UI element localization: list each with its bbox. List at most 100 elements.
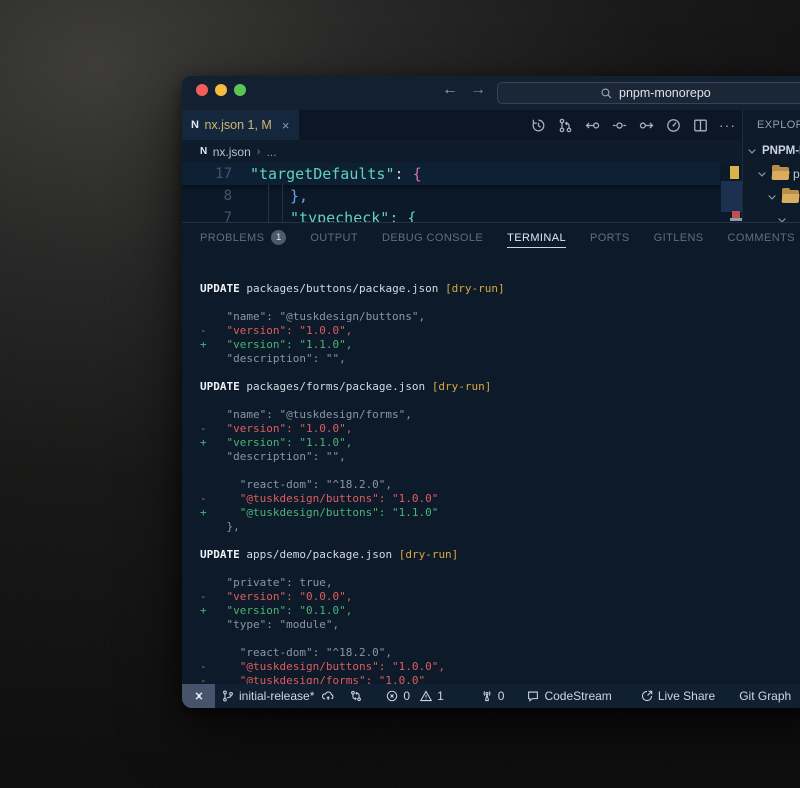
terminal-line: - "version": "1.0.0", [200,324,800,338]
minimize-window-button[interactable] [215,84,227,96]
editor-line: 7 "typecheck": { [182,207,742,222]
codestream-status[interactable]: CodeStream [526,689,611,703]
publish-cloud-icon [321,689,335,703]
terminal-line: - "@tuskdesign/buttons": "1.0.0", [200,660,800,674]
explorer-title: EXPLOR [743,110,800,140]
git-compare-icon [349,689,363,703]
folder-icon [782,190,799,203]
editor-actions: ··· [530,110,736,140]
explorer-sidebar: EXPLOR PNPM-M p [742,110,800,222]
editor-line: 17 "targetDefaults": { [182,163,742,185]
close-window-button[interactable] [196,84,208,96]
breadcrumb-more[interactable]: ... [266,145,276,159]
minimap[interactable] [720,163,742,222]
folder-icon [772,167,789,180]
tab-nx-json[interactable]: N nx.json 1, M × [182,110,299,140]
remote-indicator[interactable] [182,684,215,708]
broadcast-count: 0 [498,689,505,703]
next-change-icon[interactable] [638,117,655,134]
problems-status[interactable]: 0 1 [385,689,443,703]
branch-status[interactable]: initial-release* [221,689,335,703]
panel-tab-bar: PROBLEMS1 OUTPUT DEBUG CONSOLE TERMINAL PORT… [182,222,800,252]
git-pull-request-icon[interactable] [557,117,574,134]
chevron-down-icon [766,191,778,203]
terminal-line: UPDATE packages/forms/package.json [dry-… [200,380,800,394]
breadcrumb-file[interactable]: nx.json [213,145,251,159]
broadcast-status[interactable]: 0 [480,689,505,703]
terminal-line: UPDATE packages/buttons/package.json [dr… [200,282,800,296]
problems-count-badge: 1 [271,230,286,245]
terminal-line [200,464,800,478]
minimap-change-yellow [730,166,739,179]
terminal-line: "description": "", [200,352,800,366]
timeline-history-icon[interactable] [530,117,547,134]
split-editor-icon[interactable] [692,117,709,134]
root-folder-label: PNPM-M [762,145,800,157]
breadcrumb: N nx.json › ... [182,140,742,163]
traffic-lights [196,84,246,96]
indent-guide [268,185,269,222]
zoom-window-button[interactable] [234,84,246,96]
status-bar: initial-release* 0 1 0 CodeStream Live S… [182,684,800,708]
command-center-search[interactable] [497,82,800,104]
liveshare-status[interactable]: Live Share [640,689,715,703]
tab-label: nx.json 1, M [204,118,271,132]
panel-tab-terminal[interactable]: TERMINAL [507,223,566,252]
explorer-folder-row[interactable] [743,185,800,208]
terminal-line [200,632,800,646]
minimap-change-red [732,211,740,218]
line-code: "targetDefaults": { [250,165,422,183]
liveshare-label: Live Share [658,689,715,703]
code-editor[interactable]: 17 "targetDefaults": { 8}, 7 "typecheck": { [182,163,742,222]
panel-tab-output[interactable]: OUTPUT [310,223,358,252]
title-bar: ← → [182,76,800,110]
terminal-line: + "version": "1.1.0", [200,338,800,352]
terminal-line: - "version": "1.0.0", [200,422,800,436]
chevron-down-icon [746,145,758,157]
line-code: }, [290,187,308,205]
terminal-line: + "version": "0.1.0", [200,604,800,618]
terminal-line [200,394,800,408]
editor-line: 8}, [182,185,742,207]
panel-tab-problems[interactable]: PROBLEMS1 [200,223,286,252]
line-number: 8 [182,188,232,204]
navigate-forward-icon[interactable]: → [470,81,486,99]
explorer-folder-row[interactable] [743,208,800,222]
folder-label: p [793,167,800,181]
terminal-line [200,366,800,380]
navigate-back-icon[interactable]: ← [442,81,458,99]
gitlens-compare-status[interactable] [349,689,363,703]
search-input[interactable] [619,86,729,100]
close-tab-icon[interactable]: × [282,118,290,133]
pending-changes-icon[interactable] [665,117,682,134]
git-graph-status[interactable]: Git Graph [739,689,791,703]
explorer-root-folder[interactable]: PNPM-M [743,140,800,162]
minimap-viewport[interactable] [721,181,742,212]
previous-change-icon[interactable] [584,117,601,134]
line-number: 7 [182,210,232,222]
terminal-line: "react-dom": "^18.2.0", [200,646,800,660]
terminal-line [200,562,800,576]
git-branch-icon [221,689,235,703]
vscode-window: ← → N nx.json 1, M × ··· N nx.json › [182,76,800,708]
panel-tab-comments[interactable]: COMMENTS [728,223,795,252]
warning-icon [419,689,433,703]
codestream-label: CodeStream [544,689,611,703]
terminal-line: - "version": "0.0.0", [200,590,800,604]
change-marker-icon[interactable] [611,117,628,134]
panel-tab-debug-console[interactable]: DEBUG CONSOLE [382,223,483,252]
terminal-line: UPDATE apps/demo/package.json [dry-run] [200,548,800,562]
search-icon [600,87,613,100]
explorer-folder-row[interactable]: p [743,162,800,185]
terminal-line: "description": "", [200,450,800,464]
terminal-panel[interactable]: UPDATE packages/buttons/package.json [dr… [182,252,800,684]
panel-tab-ports[interactable]: PORTS [590,223,630,252]
line-code: "typecheck": { [290,209,416,222]
git-graph-label: Git Graph [739,689,791,703]
panel-tab-gitlens[interactable]: GITLENS [654,223,704,252]
more-actions-icon[interactable]: ··· [719,117,736,133]
chevron-down-icon [756,168,768,180]
terminal-line: + "@tuskdesign/buttons": "1.1.0" [200,506,800,520]
line-number: 17 [182,166,232,182]
terminal-line [200,534,800,548]
